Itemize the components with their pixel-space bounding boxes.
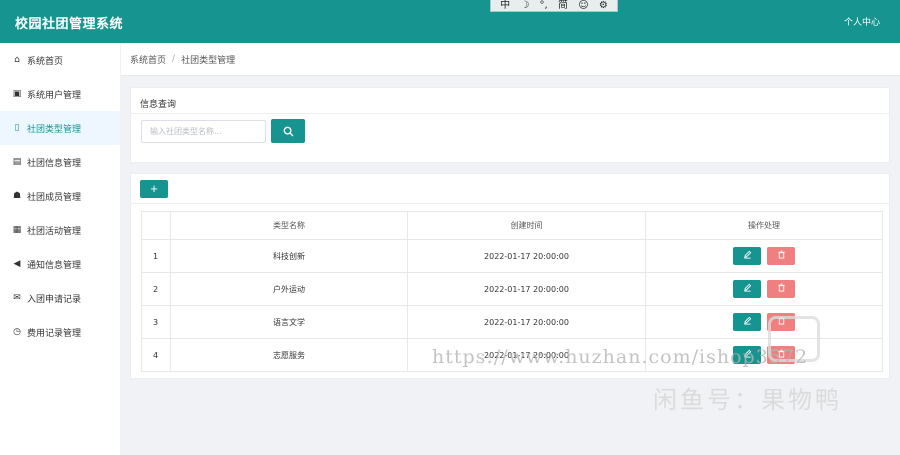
delete-button[interactable] <box>767 280 795 298</box>
edit-button[interactable] <box>733 280 761 298</box>
sidebar-item-label: 费用记录管理 <box>27 328 82 339</box>
users-icon: ☗ <box>12 191 22 201</box>
trash-icon <box>777 349 785 358</box>
sidebar-item-user-card[interactable]: ▣ 系统用户管理 <box>0 77 120 111</box>
sidebar: ⌂ 系统首页 ▣ 系统用户管理 ▯ 社团类型管理 ▤ 社团信息管理 ☗ 社团成员管理 ▦ 社团活动管理… <box>0 43 120 455</box>
row-index: 4 <box>141 338 171 372</box>
column-header-type-name: 类型名称 <box>170 211 408 240</box>
edit-button[interactable] <box>733 346 761 364</box>
home-icon: ⌂ <box>14 55 20 65</box>
clock-icon: ◷ <box>13 327 21 337</box>
column-header-created-time: 创建时间 <box>407 211 646 240</box>
sidebar-item-home[interactable]: ⌂ 系统首页 <box>0 43 120 77</box>
ime-item[interactable]: ☽ <box>520 0 529 12</box>
sidebar-item-label: 社团类型管理 <box>27 124 82 135</box>
row-index: 1 <box>141 239 171 273</box>
sidebar-item-calculator[interactable]: ▦ 社团活动管理 <box>0 213 120 247</box>
envelope-open-icon: ✉ <box>13 293 21 303</box>
sidebar-item-label: 社团成员管理 <box>27 192 82 203</box>
query-panel: 信息查询 <box>130 87 890 163</box>
table-row: 1 科技创新 2022-01-17 20:00:00 <box>141 239 883 273</box>
edit-icon <box>743 316 751 325</box>
trash-icon <box>777 316 785 325</box>
divider <box>131 203 889 204</box>
data-table: 类型名称 创建时间 操作处理 1 科技创新 2022-01-17 20:00:00 2… <box>141 211 883 372</box>
bullhorn-icon: ◀ <box>13 259 21 269</box>
created-time-cell: 2022-01-17 20:00:00 <box>407 305 646 339</box>
type-name-cell: 志愿服务 <box>170 338 408 372</box>
trash-icon <box>777 283 785 292</box>
edit-icon <box>743 349 751 358</box>
query-panel-title: 信息查询 <box>140 100 177 110</box>
app-title: 校园社团管理系统 <box>15 17 124 32</box>
type-name-cell: 科技创新 <box>170 239 408 273</box>
table-panel: + 类型名称 创建时间 操作处理 1 科技创新 2022-01-17 20:00:0… <box>130 173 890 379</box>
sidebar-item-users[interactable]: ☗ 社团成员管理 <box>0 179 120 213</box>
document-icon: ▯ <box>14 123 20 133</box>
ime-toolbar[interactable]: 中 ☽ °, 简 ☺ ⚙ <box>490 0 618 12</box>
created-time-cell: 2022-01-17 20:00:00 <box>407 272 646 306</box>
table-header-row: 类型名称 创建时间 操作处理 <box>141 211 883 240</box>
created-time-cell: 2022-01-17 20:00:00 <box>407 239 646 273</box>
breadcrumb-current: 社团类型管理 <box>181 55 236 66</box>
sidebar-item-label: 通知信息管理 <box>27 260 82 271</box>
actions-cell <box>645 338 883 372</box>
actions-cell <box>645 239 883 273</box>
actions-cell <box>645 305 883 339</box>
table-row: 2 户外运动 2022-01-17 20:00:00 <box>141 272 883 306</box>
search-button[interactable] <box>271 119 305 143</box>
delete-button[interactable] <box>767 346 795 364</box>
user-center-link[interactable]: 个人中心 <box>844 15 880 28</box>
sidebar-item-label: 系统首页 <box>27 56 64 67</box>
breadcrumb-home[interactable]: 系统首页 <box>130 53 166 66</box>
ime-item[interactable]: 简 <box>558 0 568 12</box>
sidebar-item-envelope-open[interactable]: ✉ 入团申请记录 <box>0 281 120 315</box>
created-time-cell: 2022-01-17 20:00:00 <box>407 338 646 372</box>
delete-button[interactable] <box>767 247 795 265</box>
table-row: 3 语言文学 2022-01-17 20:00:00 <box>141 305 883 339</box>
ime-item[interactable]: 中 <box>500 0 510 12</box>
add-button[interactable]: + <box>140 180 168 198</box>
sidebar-item-bullhorn[interactable]: ◀ 通知信息管理 <box>0 247 120 281</box>
row-index: 3 <box>141 305 171 339</box>
ime-item[interactable]: °, <box>540 0 548 12</box>
search-icon <box>283 126 293 136</box>
type-name-cell: 语言文学 <box>170 305 408 339</box>
table-row: 4 志愿服务 2022-01-17 20:00:00 <box>141 338 883 372</box>
trash-icon <box>777 250 785 259</box>
top-navbar: 校园社团管理系统 个人中心 <box>0 0 900 43</box>
divider <box>131 113 889 114</box>
breadcrumb: 系统首页 / 社团类型管理 <box>121 43 900 76</box>
row-index: 2 <box>141 272 171 306</box>
sidebar-item-document[interactable]: ▯ 社团类型管理 <box>0 111 120 145</box>
breadcrumb-separator: / <box>172 54 176 64</box>
delete-button[interactable] <box>767 313 795 331</box>
column-header-actions: 操作处理 <box>645 211 883 240</box>
sidebar-item-bus[interactable]: ▤ 社团信息管理 <box>0 145 120 179</box>
edit-icon <box>743 250 751 259</box>
user-card-icon: ▣ <box>12 89 22 99</box>
column-header-index <box>141 211 171 240</box>
edit-icon <box>743 283 751 292</box>
sidebar-item-clock[interactable]: ◷ 费用记录管理 <box>0 315 120 349</box>
type-name-cell: 户外运动 <box>170 272 408 306</box>
actions-cell <box>645 272 883 306</box>
sidebar-item-label: 系统用户管理 <box>27 90 82 101</box>
ime-item[interactable]: ☺ <box>578 0 588 12</box>
bus-icon: ▤ <box>12 157 22 167</box>
sidebar-item-label: 社团活动管理 <box>27 226 82 237</box>
edit-button[interactable] <box>733 247 761 265</box>
search-input[interactable] <box>141 120 266 143</box>
calculator-icon: ▦ <box>12 225 22 235</box>
sidebar-item-label: 社团信息管理 <box>27 158 82 169</box>
ime-item[interactable]: ⚙ <box>599 0 608 12</box>
edit-button[interactable] <box>733 313 761 331</box>
sidebar-item-label: 入团申请记录 <box>27 294 82 305</box>
